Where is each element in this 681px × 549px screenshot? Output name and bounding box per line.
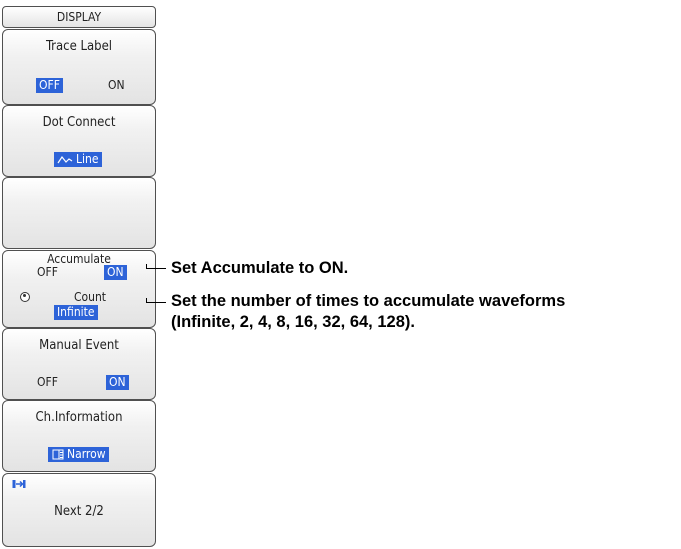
ch-information-value[interactable]: Narrow (48, 447, 109, 462)
accumulate-on-option[interactable]: ON (104, 265, 127, 280)
trace-label-key[interactable]: Trace Label OFF ON (2, 29, 156, 105)
accumulate-off-option[interactable]: OFF (37, 265, 58, 280)
accumulate-title: Accumulate (47, 252, 111, 266)
trace-label-off-option[interactable]: OFF (36, 78, 63, 93)
manual-event-key[interactable]: Manual Event OFF ON (2, 328, 156, 400)
next-page-key[interactable]: Next 2/2 (2, 473, 156, 547)
count-callout-line1: Set the number of times to accumulate wa… (171, 292, 566, 310)
trace-label-on-option[interactable]: ON (108, 78, 125, 93)
menu-title: DISPLAY (2, 6, 156, 28)
manual-event-off-option[interactable]: OFF (37, 375, 58, 390)
line-waveform-icon (57, 155, 73, 163)
manual-event-on-option[interactable]: ON (106, 375, 129, 390)
accumulate-count-value[interactable]: Infinite (54, 305, 98, 320)
ch-information-value-label: Narrow (67, 447, 106, 461)
ch-information-key[interactable]: Ch.Information Narrow (2, 400, 156, 472)
next-page-icon (12, 480, 26, 488)
accumulate-leader-line (146, 268, 166, 269)
accumulate-count-label: Count (73, 290, 107, 304)
manual-event-title: Manual Event (39, 338, 119, 353)
dot-connect-key[interactable]: Dot Connect Line (2, 105, 156, 177)
accumulate-callout: Set Accumulate to ON. (171, 259, 349, 277)
count-leader-tick (146, 298, 147, 303)
dot-connect-value-label: Line (76, 152, 99, 166)
narrow-panel-icon (52, 449, 64, 460)
dot-connect-value[interactable]: Line (54, 152, 102, 167)
dot-connect-title: Dot Connect (42, 115, 116, 130)
trace-label-title: Trace Label (45, 39, 113, 54)
next-page-label: Next 2/2 (54, 504, 104, 519)
empty-key (2, 177, 156, 249)
accumulate-leader-tick (146, 264, 147, 269)
count-callout-line2: (Infinite, 2, 4, 8, 16, 32, 64, 128). (171, 313, 415, 331)
count-leader-line (146, 302, 166, 303)
ch-information-title: Ch.Information (35, 410, 123, 425)
accumulate-key[interactable]: Accumulate OFF ON Count Infinite (2, 250, 156, 328)
